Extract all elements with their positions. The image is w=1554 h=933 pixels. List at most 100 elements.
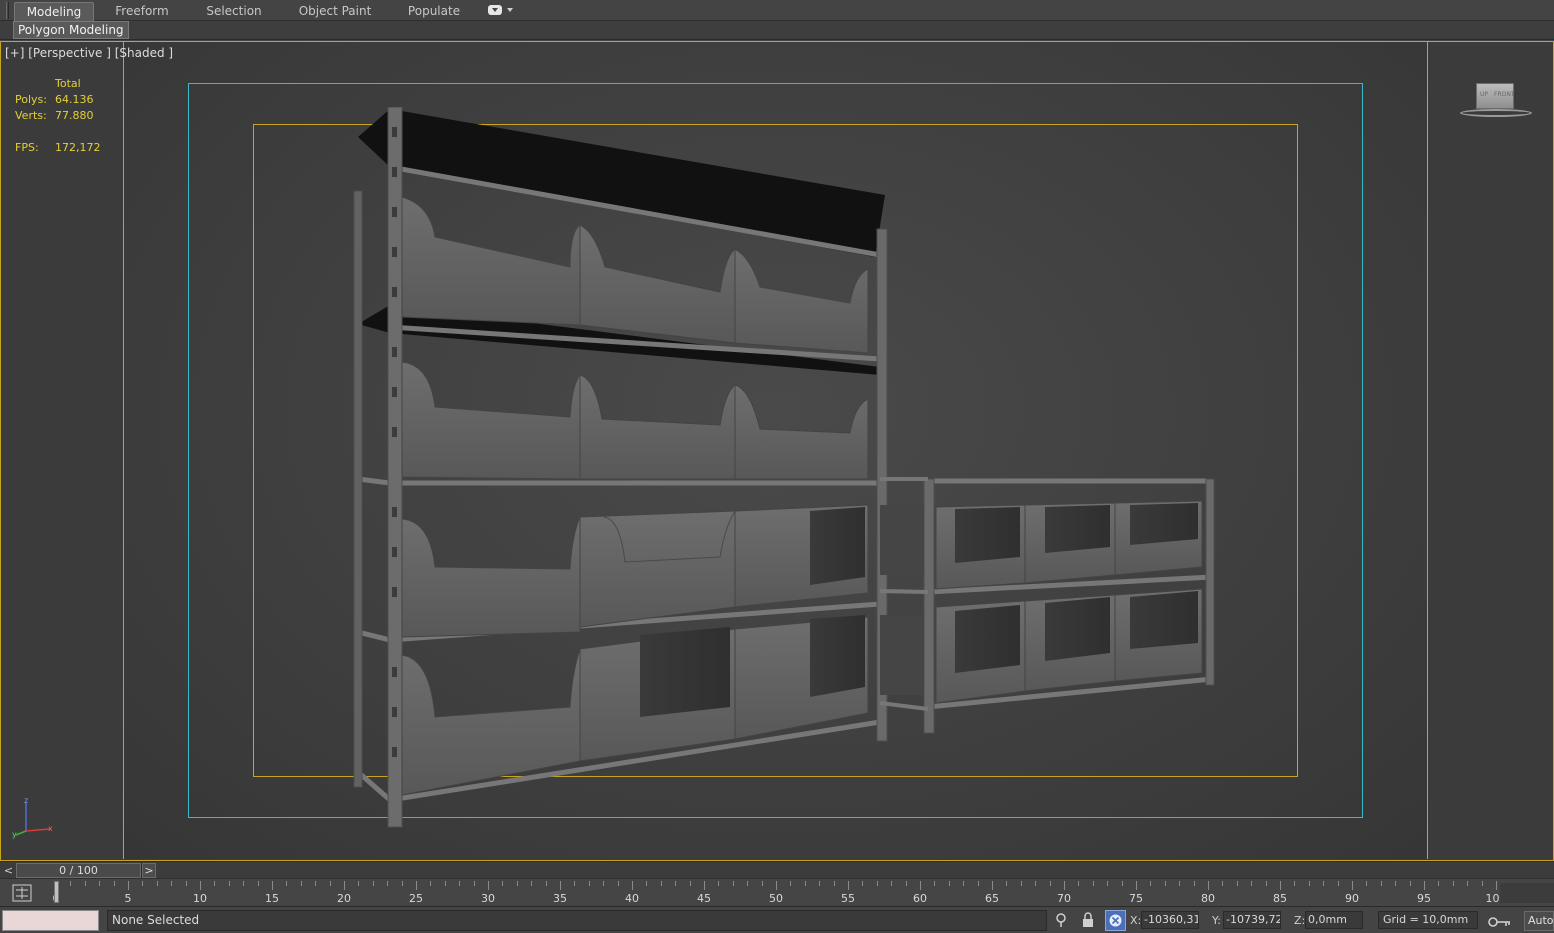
polys-label: Polys: — [15, 93, 47, 106]
set-key-icon[interactable] — [1488, 915, 1512, 929]
time-slider-prev-button[interactable]: < — [2, 864, 15, 877]
scene-shelving-model[interactable] — [340, 107, 1240, 837]
ruler-tick — [1395, 881, 1397, 886]
ruler-tick — [1006, 881, 1008, 886]
ruler-tick — [646, 881, 648, 886]
ruler-tick — [344, 881, 345, 890]
tab-modeling[interactable]: Modeling — [14, 2, 94, 21]
ruler-tick — [1251, 881, 1253, 886]
viewcube-compass-ring[interactable] — [1460, 109, 1532, 117]
ruler-tick — [128, 881, 129, 890]
ruler-tick-label: 15 — [265, 892, 279, 905]
curve-editor-icon[interactable] — [12, 883, 32, 903]
small-upright-right — [1205, 478, 1215, 686]
ruler-tick — [862, 881, 864, 886]
ruler-tick — [934, 881, 936, 886]
polygon-modeling-button[interactable]: Polygon Modeling — [13, 21, 129, 39]
top-shelf-board — [358, 109, 885, 257]
ruler-tick — [473, 881, 475, 886]
axis-tripod-icon: z x y — [12, 797, 53, 839]
shelf-unit-small[interactable] — [879, 477, 1215, 734]
tab-selection[interactable]: Selection — [196, 2, 272, 21]
tab-populate[interactable]: Populate — [398, 2, 470, 21]
isolate-selection-icon[interactable] — [1053, 912, 1069, 928]
ruler-tick — [430, 881, 432, 886]
ruler-tick — [300, 881, 302, 886]
ruler-tick — [790, 881, 792, 886]
tab-object-paint[interactable]: Object Paint — [292, 2, 378, 21]
ruler-tick-label: 70 — [1057, 892, 1071, 905]
ruler-tick — [444, 881, 446, 886]
ruler-tick — [1179, 881, 1181, 886]
ruler-tick — [358, 881, 360, 886]
ribbon-toggle-icon — [488, 5, 502, 15]
ruler-tick — [848, 881, 849, 890]
ruler-tick — [732, 881, 734, 886]
ruler-tick — [488, 881, 489, 890]
grid-size-display: Grid = 10,0mm — [1378, 911, 1478, 929]
ruler-tick — [588, 881, 590, 886]
ruler-tick — [171, 881, 173, 886]
viewcube[interactable]: UP FRONT — [1458, 79, 1534, 121]
current-frame-marker[interactable] — [54, 881, 59, 903]
absolute-mode-icon — [1109, 914, 1122, 927]
ribbon-grip-handle[interactable] — [6, 2, 9, 19]
ruler-tick-label: 35 — [553, 892, 567, 905]
ruler-tick — [502, 881, 504, 886]
ruler-tick — [948, 881, 950, 886]
ruler-tick — [1049, 881, 1051, 886]
ruler-tick — [286, 881, 288, 886]
time-slider-thumb[interactable]: 0 / 100 — [16, 863, 141, 878]
z-coord-label: Z: — [1294, 914, 1306, 927]
ruler-tick — [876, 881, 878, 886]
ruler-tick — [963, 881, 965, 886]
ruler-tick — [1150, 881, 1152, 886]
axis-z-label: z — [24, 797, 28, 805]
viewport-label-menu[interactable]: [+] [Perspective ] [Shaded ] — [5, 46, 173, 60]
stats-header: Total — [55, 77, 81, 90]
ruler-tick — [1352, 881, 1353, 890]
ruler-tick — [1424, 881, 1425, 890]
selection-lock-icon[interactable] — [1080, 912, 1096, 928]
ruler-tick — [804, 881, 806, 886]
ruler-tick-label: 10 — [193, 892, 207, 905]
ruler-tick — [704, 881, 705, 890]
ribbon-subpanel: Polygon Modeling — [0, 21, 1554, 40]
ruler-tick — [1366, 881, 1368, 886]
ruler-tick — [1064, 881, 1065, 890]
ruler-tick — [1280, 881, 1281, 890]
y-coord-label: Y: — [1212, 914, 1221, 927]
ruler-tick — [1452, 881, 1454, 886]
ruler-tick — [761, 881, 763, 886]
ribbon-options-dropdown[interactable] — [488, 5, 514, 17]
ruler-tick-label: 80 — [1201, 892, 1215, 905]
ruler-tick — [1323, 881, 1325, 886]
y-coord-field[interactable]: -10739,729 — [1223, 911, 1281, 929]
shelf-unit-large[interactable] — [353, 107, 888, 828]
z-coord-field[interactable]: 0,0mm — [1305, 911, 1363, 929]
time-slider-next-button[interactable]: > — [142, 863, 156, 878]
ruler-tick — [416, 881, 417, 890]
ruler-tick — [891, 881, 893, 886]
perspective-viewport[interactable]: [+] [Perspective ] [Shaded ] Total Polys… — [0, 41, 1554, 861]
ruler-tick — [1337, 881, 1339, 886]
selection-status: None Selected — [107, 910, 1047, 931]
ruler-tick — [99, 881, 101, 886]
ruler-tick — [214, 881, 216, 886]
tab-freeform[interactable]: Freeform — [105, 2, 179, 21]
ruler-tick — [819, 881, 821, 886]
bin-row-3 — [401, 504, 869, 638]
ruler-tick — [1308, 881, 1310, 886]
ruler-tick — [1136, 881, 1137, 890]
ruler-tick — [70, 881, 72, 886]
ruler-tick — [516, 881, 518, 886]
maxscript-listener-field[interactable] — [2, 910, 99, 931]
ruler-tick — [632, 881, 633, 890]
ruler-tick — [315, 881, 317, 886]
x-coord-field[interactable]: -10360,313 — [1141, 911, 1199, 929]
auto-key-button[interactable]: Auto — [1524, 911, 1554, 931]
absolute-mode-transform-toggle[interactable] — [1105, 910, 1126, 931]
axis-y-label: y — [12, 830, 17, 839]
track-bar-ruler[interactable]: 0510152025303540455055606570758085909510… — [50, 879, 1507, 907]
ruler-tick-label: 25 — [409, 892, 423, 905]
